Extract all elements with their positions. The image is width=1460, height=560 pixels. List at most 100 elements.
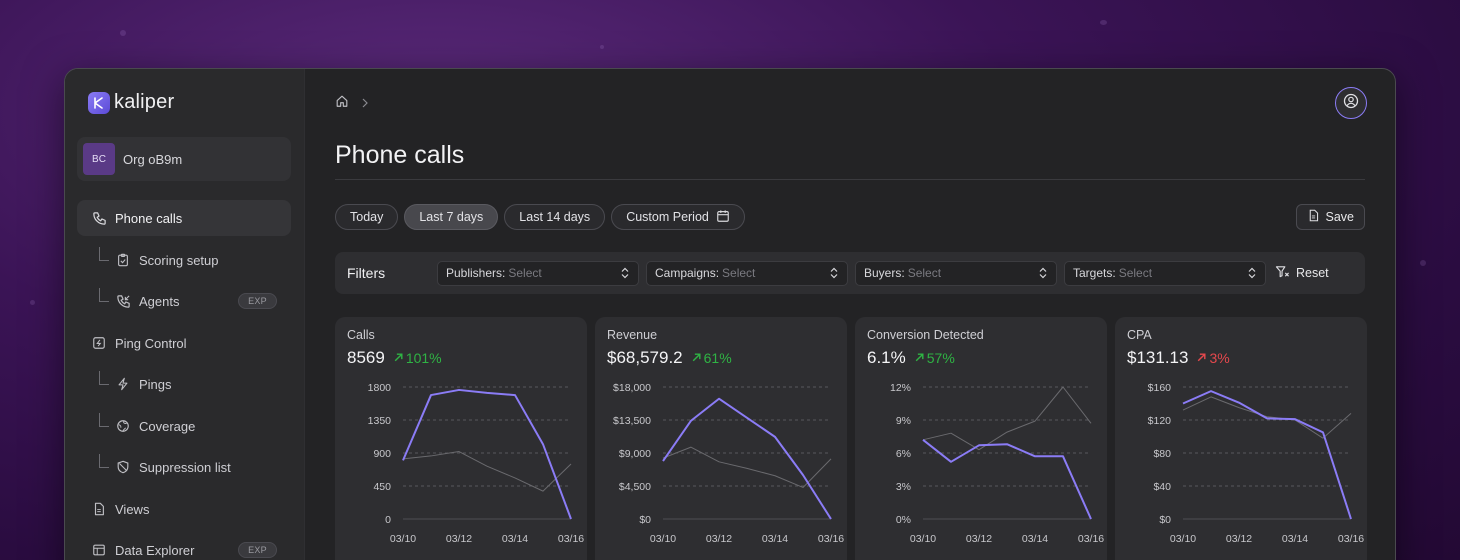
globe-icon bbox=[115, 418, 131, 434]
x-tick-label: 03/10 bbox=[650, 533, 676, 545]
org-switcher[interactable]: BC Org oB9m bbox=[77, 137, 291, 181]
period-today-button[interactable]: Today bbox=[335, 204, 399, 230]
y-tick-label: 450 bbox=[373, 481, 391, 493]
metric-card-revenue: Revenue $68,579.2 61% $0 $4,500 $9,000 $13,… bbox=[595, 317, 847, 560]
table-icon bbox=[91, 542, 107, 558]
sidebar-item-label: Coverage bbox=[139, 418, 196, 434]
revenue-chart: $0 $4,500 $9,000 $13,500 $18,000 03/10 03/12 03… bbox=[613, 382, 844, 545]
chevron-right-icon bbox=[361, 95, 369, 113]
y-tick-label: 3% bbox=[896, 481, 911, 493]
y-tick-label: $80 bbox=[1153, 448, 1171, 460]
card-value: 8569 bbox=[347, 348, 385, 367]
sidebar-item-pings[interactable]: Pings bbox=[77, 366, 291, 402]
sidebar-item-views[interactable]: Views bbox=[77, 491, 291, 527]
chevron-up-down-icon bbox=[829, 267, 839, 282]
reset-filters-button[interactable]: Reset bbox=[1275, 265, 1329, 282]
y-tick-label: 0% bbox=[896, 514, 911, 526]
filters-bar: Filters Publishers: Select Campaigns: Se… bbox=[335, 252, 1365, 294]
main-content: Phone calls Today Last 7 days Last 14 da… bbox=[305, 69, 1395, 560]
x-tick-label: 03/12 bbox=[446, 533, 472, 545]
experimental-badge: EXP bbox=[238, 293, 277, 309]
trend-delta: 101% bbox=[393, 350, 442, 366]
background-texture bbox=[120, 30, 126, 36]
sidebar-item-label: Ping Control bbox=[115, 335, 187, 351]
background-texture bbox=[1420, 260, 1426, 266]
publishers-select[interactable]: Publishers: Select bbox=[437, 260, 639, 286]
cpa-chart: $0 $40 $80 $120 $160 03/10 03/12 03/14 03/16 bbox=[1148, 382, 1365, 545]
card-value-row: 6.1% 57% bbox=[867, 348, 955, 368]
period-label: Custom Period bbox=[626, 210, 709, 224]
arrow-up-right-icon bbox=[914, 350, 925, 366]
select-value: Select bbox=[907, 266, 942, 280]
y-tick-label: $9,000 bbox=[619, 448, 651, 460]
x-tick-label: 03/14 bbox=[1282, 533, 1308, 545]
select-value: Select bbox=[1118, 266, 1153, 280]
arrow-up-right-icon bbox=[691, 350, 702, 366]
sidebar-item-label: Phone calls bbox=[115, 210, 183, 226]
sidebar-item-label: Data Explorer bbox=[115, 542, 195, 558]
app-window: kaliper BC Org oB9m Phone calls Scoring … bbox=[64, 68, 1396, 560]
sidebar-item-agents[interactable]: Agents EXP bbox=[77, 283, 291, 319]
previous-period-line bbox=[402, 451, 572, 492]
y-tick-label: $13,500 bbox=[613, 415, 651, 427]
user-profile-button[interactable] bbox=[1335, 87, 1367, 119]
card-value: $131.13 bbox=[1127, 348, 1189, 367]
select-key: Buyers: bbox=[864, 266, 905, 280]
x-tick-label: 03/10 bbox=[390, 533, 416, 545]
phone-icon bbox=[91, 210, 107, 226]
page-title: Phone calls bbox=[335, 141, 465, 169]
period-last-14-days-button[interactable]: Last 14 days bbox=[504, 204, 606, 230]
y-tick-label: $160 bbox=[1148, 382, 1172, 394]
sidebar-item-phone-calls[interactable]: Phone calls bbox=[77, 200, 291, 236]
phone-incoming-icon bbox=[115, 293, 131, 309]
sidebar-item-scoring-setup[interactable]: Scoring setup bbox=[77, 242, 291, 278]
delta-value: 3% bbox=[1209, 350, 1230, 366]
home-icon[interactable] bbox=[335, 94, 349, 113]
sidebar-item-suppression-list[interactable]: Suppression list bbox=[77, 449, 291, 485]
tree-connector bbox=[99, 288, 109, 302]
x-tick-label: 03/10 bbox=[910, 533, 936, 545]
card-title: Conversion Detected bbox=[867, 328, 984, 342]
user-circle-icon bbox=[1343, 93, 1359, 114]
sidebar-item-data-explorer[interactable]: Data Explorer EXP bbox=[77, 532, 291, 560]
y-tick-label: $0 bbox=[1159, 514, 1171, 526]
buyers-select[interactable]: Buyers: Select bbox=[855, 260, 1057, 286]
y-tick-label: 1800 bbox=[368, 382, 392, 394]
sidebar-item-coverage[interactable]: Coverage bbox=[77, 408, 291, 444]
card-title: Revenue bbox=[607, 328, 658, 342]
x-tick-label: 03/12 bbox=[966, 533, 992, 545]
x-tick-label: 03/10 bbox=[1170, 533, 1196, 545]
current-period-line bbox=[1182, 390, 1352, 520]
period-last-7-days-button[interactable]: Last 7 days bbox=[404, 204, 499, 230]
filters-label: Filters bbox=[347, 265, 386, 281]
tree-connector bbox=[99, 247, 109, 261]
select-key: Targets: bbox=[1073, 266, 1116, 280]
period-selector: Today Last 7 days Last 14 days Custom Pe… bbox=[335, 204, 745, 230]
app-name: kaliper bbox=[114, 91, 175, 113]
chevron-up-down-icon bbox=[620, 267, 630, 282]
y-tick-label: $18,000 bbox=[613, 382, 651, 394]
logo[interactable]: kaliper bbox=[88, 91, 174, 114]
x-tick-label: 03/12 bbox=[706, 533, 732, 545]
sidebar-item-ping-control[interactable]: Ping Control bbox=[77, 325, 291, 361]
x-tick-label: 03/14 bbox=[502, 533, 528, 545]
period-custom-button[interactable]: Custom Period bbox=[611, 204, 745, 230]
bolt-icon bbox=[115, 376, 131, 392]
y-tick-label: 1350 bbox=[368, 415, 392, 427]
background-texture bbox=[600, 45, 604, 49]
y-tick-label: 0 bbox=[385, 514, 391, 526]
sidebar-item-label: Scoring setup bbox=[139, 252, 219, 268]
delta-value: 61% bbox=[703, 350, 732, 366]
calendar-icon bbox=[716, 209, 730, 226]
campaigns-select[interactable]: Campaigns: Select bbox=[646, 260, 848, 286]
x-tick-label: 03/14 bbox=[762, 533, 788, 545]
x-tick-label: 03/16 bbox=[818, 533, 844, 545]
save-button[interactable]: Save bbox=[1295, 204, 1365, 230]
filter-reset-icon bbox=[1275, 265, 1290, 282]
tree-connector bbox=[99, 413, 109, 427]
card-value-row: $131.13 3% bbox=[1127, 348, 1230, 368]
select-value: Select bbox=[722, 266, 756, 280]
org-name: Org oB9m bbox=[123, 151, 183, 167]
reset-label: Reset bbox=[1296, 266, 1329, 280]
targets-select[interactable]: Targets: Select bbox=[1064, 260, 1266, 286]
